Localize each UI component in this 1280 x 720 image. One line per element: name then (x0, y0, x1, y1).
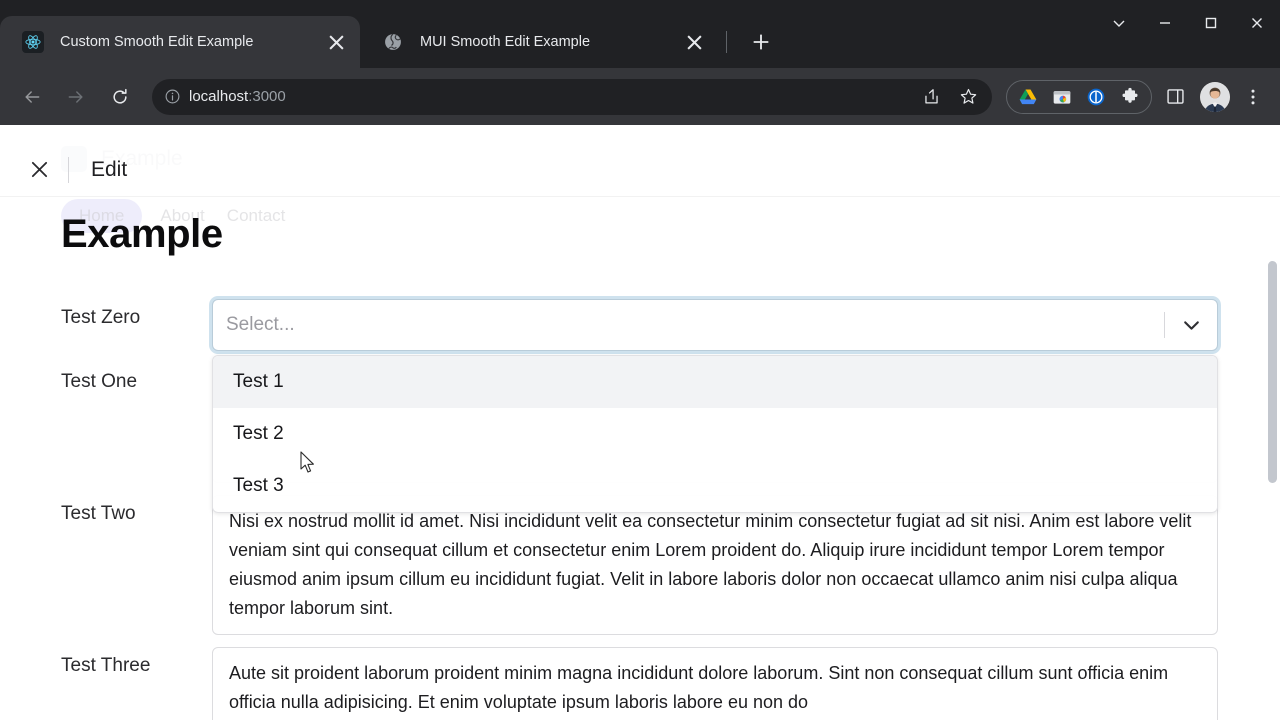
react-icon (22, 31, 44, 53)
page-scrollbar[interactable] (1267, 125, 1278, 720)
1password-icon[interactable] (1079, 80, 1113, 114)
page-body: Example Test Zero Select... Test 1 Test … (0, 213, 1280, 720)
browser-tab-0[interactable]: Custom Smooth Edit Example (0, 16, 360, 68)
select-control[interactable]: Select... (212, 299, 1218, 351)
page-viewport: Example Home About Contact Edit Example … (0, 125, 1280, 720)
new-tab-button[interactable] (741, 22, 781, 62)
window-close-icon[interactable] (1234, 0, 1280, 46)
reload-icon[interactable] (103, 80, 137, 114)
textarea-test-three[interactable]: Aute sit proident laborum proident minim… (212, 647, 1218, 720)
select-placeholder: Select... (226, 314, 295, 335)
three-dot-menu-icon[interactable] (1236, 80, 1270, 114)
site-info-icon[interactable] (155, 80, 189, 114)
globe-icon (382, 31, 404, 53)
tab-title: Custom Smooth Edit Example (60, 34, 254, 50)
field-label: Test One (61, 371, 138, 392)
tab-separator (726, 31, 727, 53)
edit-form: Test Zero Select... Test 1 Test 2 Test 3… (0, 299, 1280, 720)
textarea-test-two[interactable]: Nisi ex nostrud mollit id amet. Nisi inc… (212, 495, 1218, 635)
edit-bar-title: Edit (91, 157, 128, 181)
browser-toolbar: localhost:3000 (0, 68, 1280, 125)
edit-mode-bar: Edit (0, 143, 1280, 197)
form-row-test-three: Test Three Aute sit proident laborum pro… (0, 647, 1280, 720)
extensions-pill (1006, 79, 1152, 114)
chrome-webstore-icon[interactable] (1045, 80, 1079, 114)
tab-strip: Custom Smooth Edit Example MUI Smooth Ed… (0, 0, 1280, 68)
puzzle-extensions-icon[interactable] (1113, 80, 1147, 114)
back-arrow-icon[interactable] (15, 80, 49, 114)
google-drive-icon[interactable] (1011, 80, 1045, 114)
tab-search-chevron-icon[interactable] (1096, 0, 1142, 46)
select-test-zero: Select... Test 1 Test 2 Test 3 (212, 299, 1218, 513)
edit-close-icon[interactable] (22, 153, 56, 187)
user-avatar[interactable] (1200, 81, 1230, 112)
share-icon[interactable] (914, 80, 948, 114)
select-option-0[interactable]: Test 1 (213, 356, 1217, 408)
chevron-down-icon[interactable] (1165, 315, 1217, 336)
field-label: Test Three (61, 655, 151, 676)
field-label: Test Two (61, 503, 136, 524)
browser-tab-1[interactable]: MUI Smooth Edit Example (360, 16, 718, 68)
select-option-2[interactable]: Test 3 (213, 460, 1217, 512)
field-label: Test Zero (61, 307, 141, 328)
form-row-test-two: Test Two Nisi ex nostrud mollit id amet.… (0, 495, 1280, 635)
select-option-1[interactable]: Test 2 (213, 408, 1217, 460)
page-title: Example (61, 212, 223, 256)
scrollbar-thumb[interactable] (1268, 261, 1277, 483)
star-icon[interactable] (951, 80, 985, 114)
window-controls (1096, 0, 1280, 46)
browser-window: Custom Smooth Edit Example MUI Smooth Ed… (0, 0, 1280, 720)
url-host: localhost (189, 88, 249, 105)
form-row-test-zero: Test Zero Select... Test 1 Test 2 Test 3 (0, 299, 1280, 513)
url-port: :3000 (248, 88, 286, 105)
tab-title: MUI Smooth Edit Example (420, 34, 591, 50)
url-text: localhost:3000 (189, 88, 914, 105)
tab-close-icon[interactable] (322, 28, 350, 56)
forward-arrow-icon[interactable] (59, 80, 93, 114)
edit-bar-divider (68, 156, 69, 183)
tab-close-icon[interactable] (680, 28, 708, 56)
address-bar[interactable]: localhost:3000 (152, 78, 992, 115)
minimize-icon[interactable] (1142, 0, 1188, 46)
side-panel-icon[interactable] (1158, 80, 1192, 114)
select-dropdown-menu: Test 1 Test 2 Test 3 (212, 355, 1218, 513)
maximize-icon[interactable] (1188, 0, 1234, 46)
